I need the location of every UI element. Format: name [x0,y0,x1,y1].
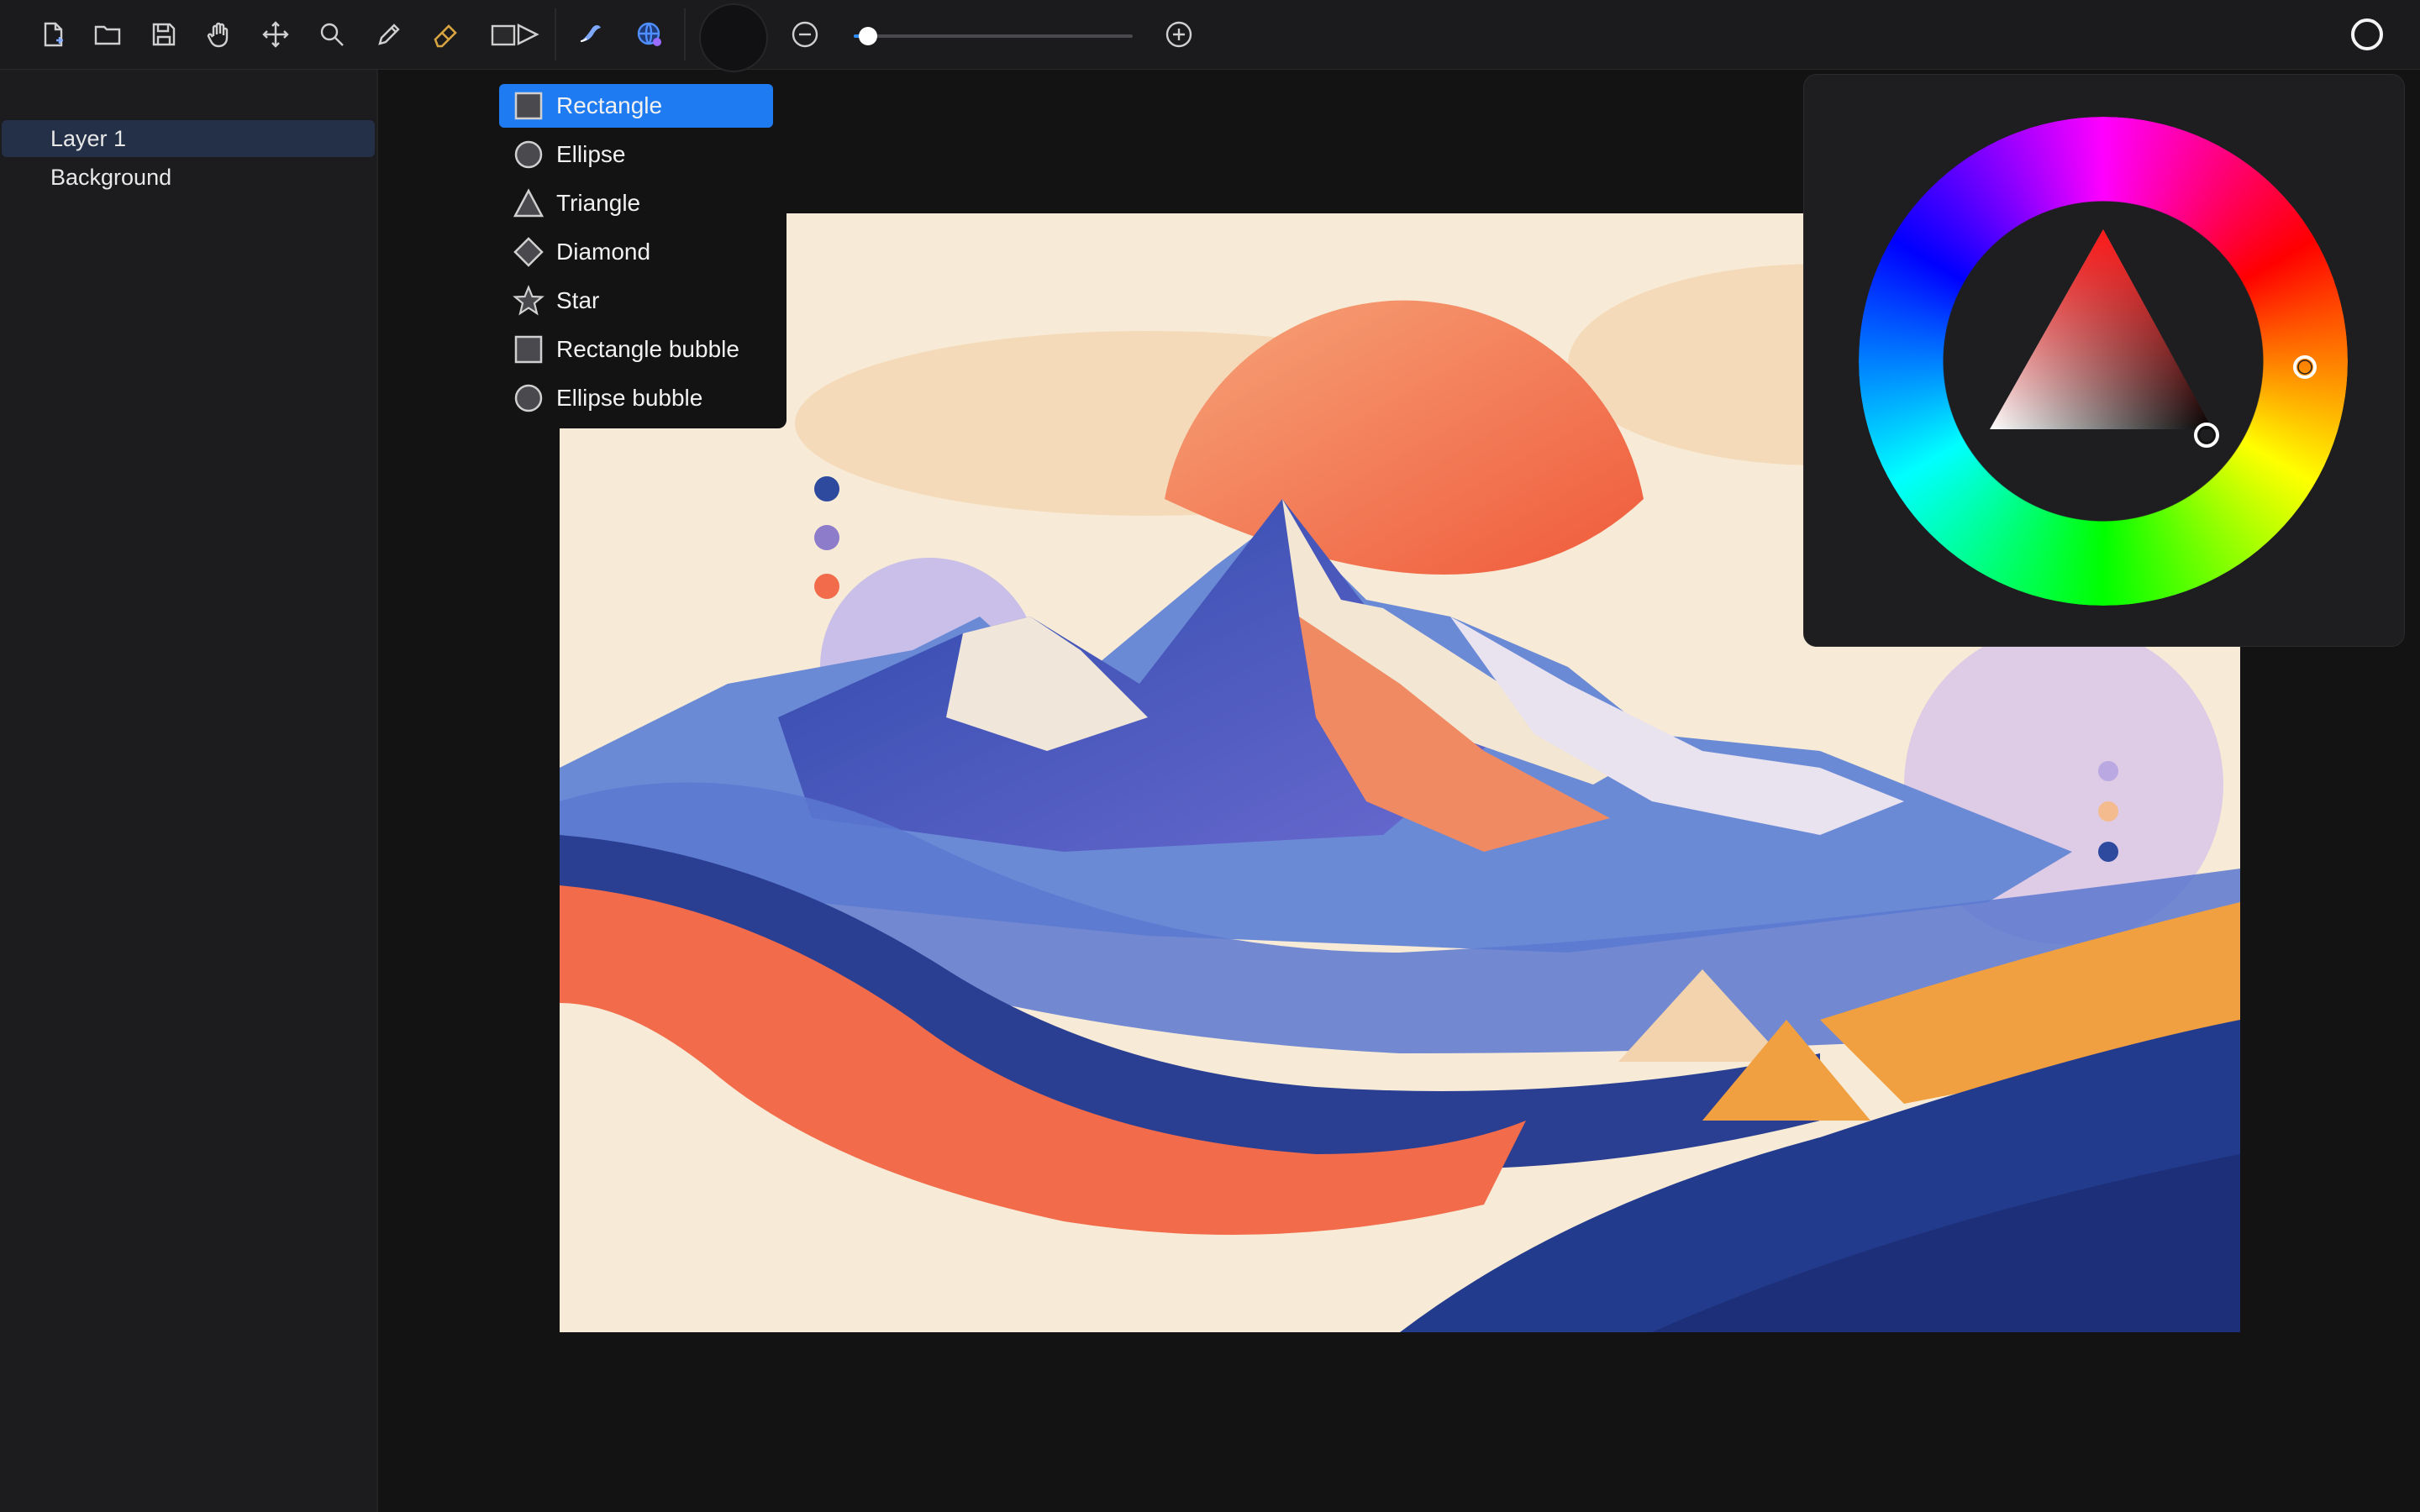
ellipse-bubble-icon [514,384,543,412]
zoom-slider-thumb[interactable] [858,27,877,45]
menu-item-ellipse[interactable]: Ellipse [499,133,773,176]
layer-label: Background [50,165,172,190]
menu-item-diamond[interactable]: Diamond [499,230,773,274]
toolbar-divider [555,8,556,60]
pencil-icon[interactable] [370,15,408,54]
saturation-triangle-area [1859,117,2348,606]
menu-item-label: Rectangle bubble [556,336,739,362]
top-toolbar [0,0,2420,72]
layers-panel: Layer 1 Background [0,70,378,1512]
star-icon [513,285,544,316]
save-icon[interactable] [145,15,183,54]
saturation-triangle-hue-overlay [1990,229,2212,429]
menu-item-label: Ellipse [556,141,626,167]
menu-item-label: Diamond [556,239,651,265]
shape-menu: Rectangle Ellipse Triangle Diamond Star … [492,77,786,428]
menu-item-label: Triangle [556,190,641,216]
menu-item-label: Rectangle [556,92,663,118]
shape-tool-icon[interactable] [486,15,544,54]
color-picker-panel [1803,74,2405,647]
layer-label: Layer 1 [50,126,127,151]
zoom-slider[interactable] [854,27,1133,45]
open-folder-icon[interactable] [88,15,127,54]
zoom-icon[interactable] [313,15,351,54]
ellipse-icon [514,140,543,169]
menu-item-star[interactable]: Star [499,279,773,323]
rectangle-icon [514,92,543,120]
diamond-icon [513,237,544,267]
triangle-icon [513,188,544,218]
eraser-icon[interactable] [426,15,465,54]
menu-item-label: Star [556,287,600,313]
layer-item-layer-1[interactable]: Layer 1 [2,120,375,157]
layer-item-background[interactable]: Background [2,159,375,196]
hand-icon[interactable] [200,15,239,54]
move-icon[interactable] [256,15,295,54]
menu-item-label: Ellipse bubble [556,385,703,411]
brush-preview[interactable] [699,3,768,72]
fill-globe-icon[interactable] [630,15,669,54]
smudge-icon[interactable] [571,15,610,54]
zoom-out-icon[interactable] [786,15,824,54]
menu-item-rectangle[interactable]: Rectangle [499,84,773,128]
rectangle-bubble-icon [514,335,543,364]
menu-item-ellipse-bubble[interactable]: Ellipse bubble [499,376,773,420]
color-swatch-circle[interactable] [2351,18,2383,50]
hue-marker-inner-ring [2297,360,2312,375]
new-file-icon[interactable] [34,15,72,54]
menu-item-triangle[interactable]: Triangle [499,181,773,225]
zoom-in-icon[interactable] [1160,15,1198,54]
color-marker-inner-ring [2198,427,2215,444]
menu-item-rectangle-bubble[interactable]: Rectangle bubble [499,328,773,371]
toolbar-divider [684,8,686,60]
